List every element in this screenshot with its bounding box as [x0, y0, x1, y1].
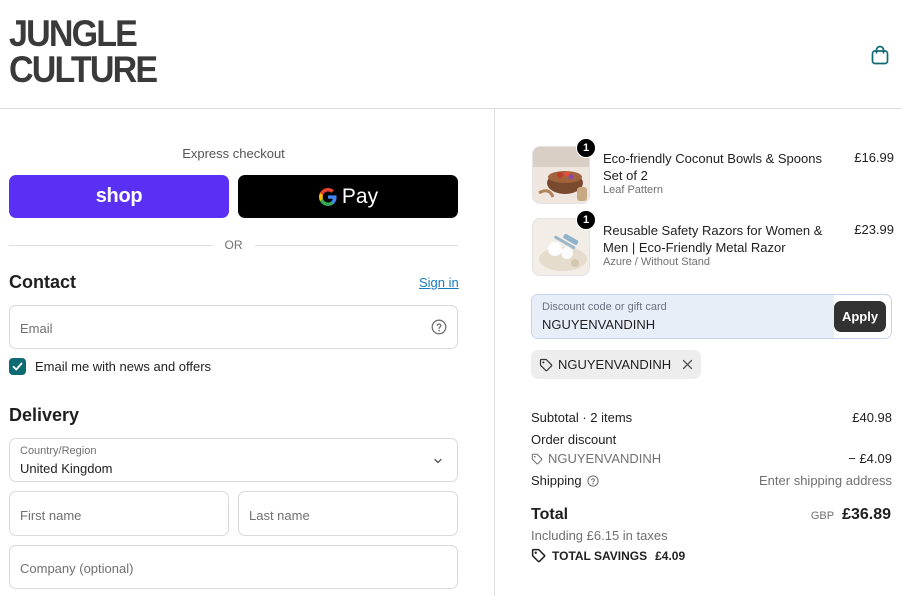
country-select[interactable]: Country/Region United Kingdom [9, 438, 458, 482]
delivery-title: Delivery [9, 405, 80, 425]
checkout-form: Express checkout shop Pay OR Contact Sig… [0, 109, 494, 596]
divider-line-left [9, 244, 213, 246]
newsletter-label: Email me with news and offers [35, 359, 212, 374]
help-circle-icon[interactable] [586, 474, 599, 487]
google-pay-button[interactable]: Pay [238, 175, 458, 218]
total-savings: TOTAL SAVINGS £4.09 [531, 548, 685, 563]
discount-amount: − £4.09 [848, 451, 892, 466]
newsletter-checkbox[interactable] [9, 358, 26, 375]
google-pay-label: Pay [341, 184, 379, 208]
cart-item: 1 Eco-friendly Coconut Bowls & Spoons Se… [532, 138, 894, 204]
subtotal-row: Subtotal · 2 items £40.98 [531, 410, 892, 425]
product-price: £23.99 [854, 222, 894, 237]
discount-input[interactable]: Discount code or gift card NGUYENVANDINH [532, 295, 834, 338]
google-g-icon [318, 187, 337, 206]
sign-in-link[interactable]: Sign in [419, 275, 459, 290]
help-circle-icon[interactable] [431, 319, 447, 335]
or-divider: OR [9, 237, 458, 253]
discount-label: Discount code or gift card [542, 301, 667, 313]
checkout-header: JUNGLE CULTURE [0, 0, 902, 109]
subtotal-label: Subtotal · 2 items [531, 410, 633, 425]
product-variant: Azure / Without Stand [603, 256, 710, 268]
product-title: Eco-friendly Coconut Bowls & Spoons Set … [603, 151, 822, 183]
last-name-placeholder: Last name [249, 508, 310, 523]
chevron-down-icon [434, 458, 442, 464]
logo-line-1: JUNGLE [9, 13, 138, 54]
logo-line-2: CULTURE [9, 49, 158, 90]
close-icon [683, 359, 693, 370]
last-name-field[interactable]: Last name [238, 491, 458, 536]
contact-title: Contact [9, 272, 76, 292]
first-name-field[interactable]: First name [9, 491, 229, 536]
order-discount-row: Order discount [531, 432, 892, 447]
total-value: £36.89 [842, 506, 891, 523]
product-title: Reusable Safety Razors for Women & Men |… [603, 223, 823, 255]
country-label: Country/Region [20, 445, 97, 457]
savings-value: £4.09 [655, 548, 686, 563]
total-label: Total [531, 506, 569, 523]
country-value: United Kingdom [20, 461, 113, 476]
product-variant: Leaf Pattern [603, 184, 663, 196]
shipping-label-wrap: Shipping [531, 473, 599, 488]
shipping-label: Shipping [531, 473, 582, 488]
shop-pay-button[interactable]: shop [9, 175, 229, 218]
tag-icon [531, 453, 543, 464]
company-placeholder: Company (optional) [20, 561, 134, 576]
shop-pay-label: shop [95, 185, 143, 207]
check-icon [12, 362, 23, 371]
savings-label: TOTAL SAVINGS [552, 548, 648, 563]
total-currency: GBP [810, 510, 835, 522]
tax-line: Including £6.15 in taxes [531, 528, 668, 543]
cart-item: 1 Reusable Safety Razors for Women & Men… [532, 210, 894, 276]
divider-line-right [254, 244, 458, 246]
discount-code-row: NGUYENVANDINH − £4.09 [531, 451, 892, 468]
first-name-placeholder: First name [20, 508, 82, 523]
shipping-value: Enter shipping address [759, 473, 892, 488]
shopping-bag-icon [871, 45, 889, 65]
company-field[interactable]: Company (optional) [9, 545, 458, 589]
tag-icon [531, 548, 546, 563]
express-checkout-title: Express checkout [182, 146, 285, 161]
apply-button[interactable]: Apply [834, 301, 886, 332]
discount-value: NGUYENVANDINH [542, 317, 656, 332]
or-label: OR [224, 238, 243, 252]
shipping-row: Shipping Enter shipping address [531, 473, 892, 488]
email-placeholder: Email [20, 321, 53, 336]
cart-button[interactable] [868, 43, 892, 67]
remove-discount-button[interactable] [682, 359, 693, 370]
jungle-culture-logo[interactable]: JUNGLE CULTURE [9, 13, 158, 92]
discount-code-text: NGUYENVANDINH [548, 451, 662, 466]
total-amount: GBP £36.89 [811, 506, 891, 524]
newsletter-checkbox-row[interactable]: Email me with news and offers [9, 358, 211, 375]
email-field[interactable]: Email [9, 305, 458, 349]
quantity-badge: 1 [576, 138, 596, 158]
product-price: £16.99 [854, 150, 894, 165]
order-discount-label: Order discount [531, 432, 617, 447]
tag-icon [539, 358, 553, 371]
discount-field[interactable]: Discount code or gift card NGUYENVANDINH… [531, 294, 892, 339]
order-summary: 1 Eco-friendly Coconut Bowls & Spoons Se… [494, 109, 902, 596]
applied-discount-chip: NGUYENVANDINH [531, 350, 702, 379]
quantity-badge: 1 [576, 210, 596, 230]
applied-discount-code: NGUYENVANDINH [558, 357, 672, 372]
discount-code-line: NGUYENVANDINH [531, 451, 661, 466]
subtotal-value: £40.98 [852, 410, 892, 425]
